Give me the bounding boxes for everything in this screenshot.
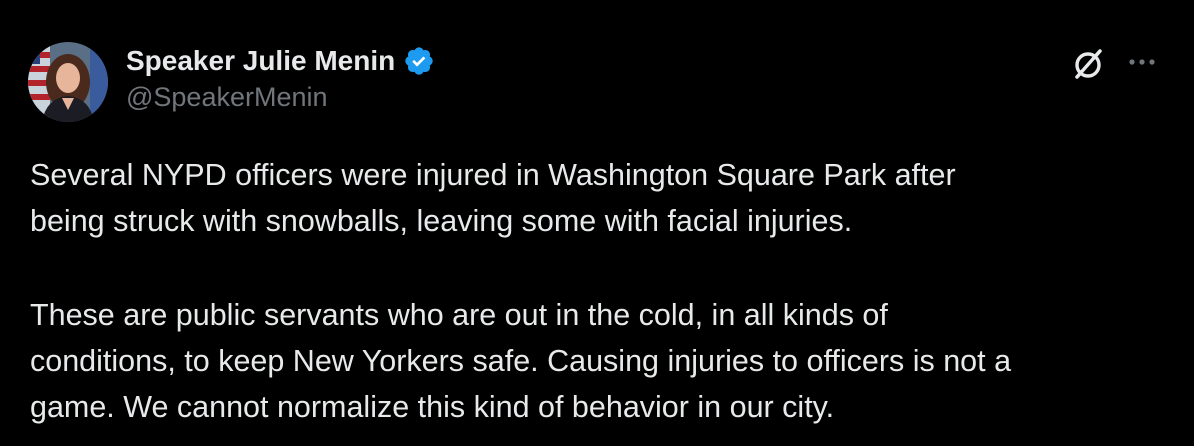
tweet-card: Speaker Julie Menin @SpeakerMenin Severa…	[0, 0, 1194, 446]
more-options-icon[interactable]	[1124, 52, 1160, 72]
tweet-text: Several NYPD officers were injured in Wa…	[30, 152, 1170, 430]
grok-icon[interactable]	[1068, 44, 1108, 84]
tweet-line: Several NYPD officers were injured in Wa…	[30, 158, 956, 192]
tweet-line: being struck with snowballs, leaving som…	[30, 204, 853, 238]
author-name-row: Speaker Julie Menin	[126, 42, 435, 80]
author-handle[interactable]: @SpeakerMenin	[126, 82, 328, 113]
tweet-line: These are public servants who are out in…	[30, 298, 888, 332]
verified-badge-icon[interactable]	[403, 45, 435, 77]
display-name[interactable]: Speaker Julie Menin	[126, 45, 395, 77]
tweet-line: game. We cannot normalize this kind of b…	[30, 390, 835, 424]
avatar[interactable]	[28, 42, 108, 122]
tweet-line: conditions, to keep New Yorkers safe. Ca…	[30, 344, 1012, 378]
